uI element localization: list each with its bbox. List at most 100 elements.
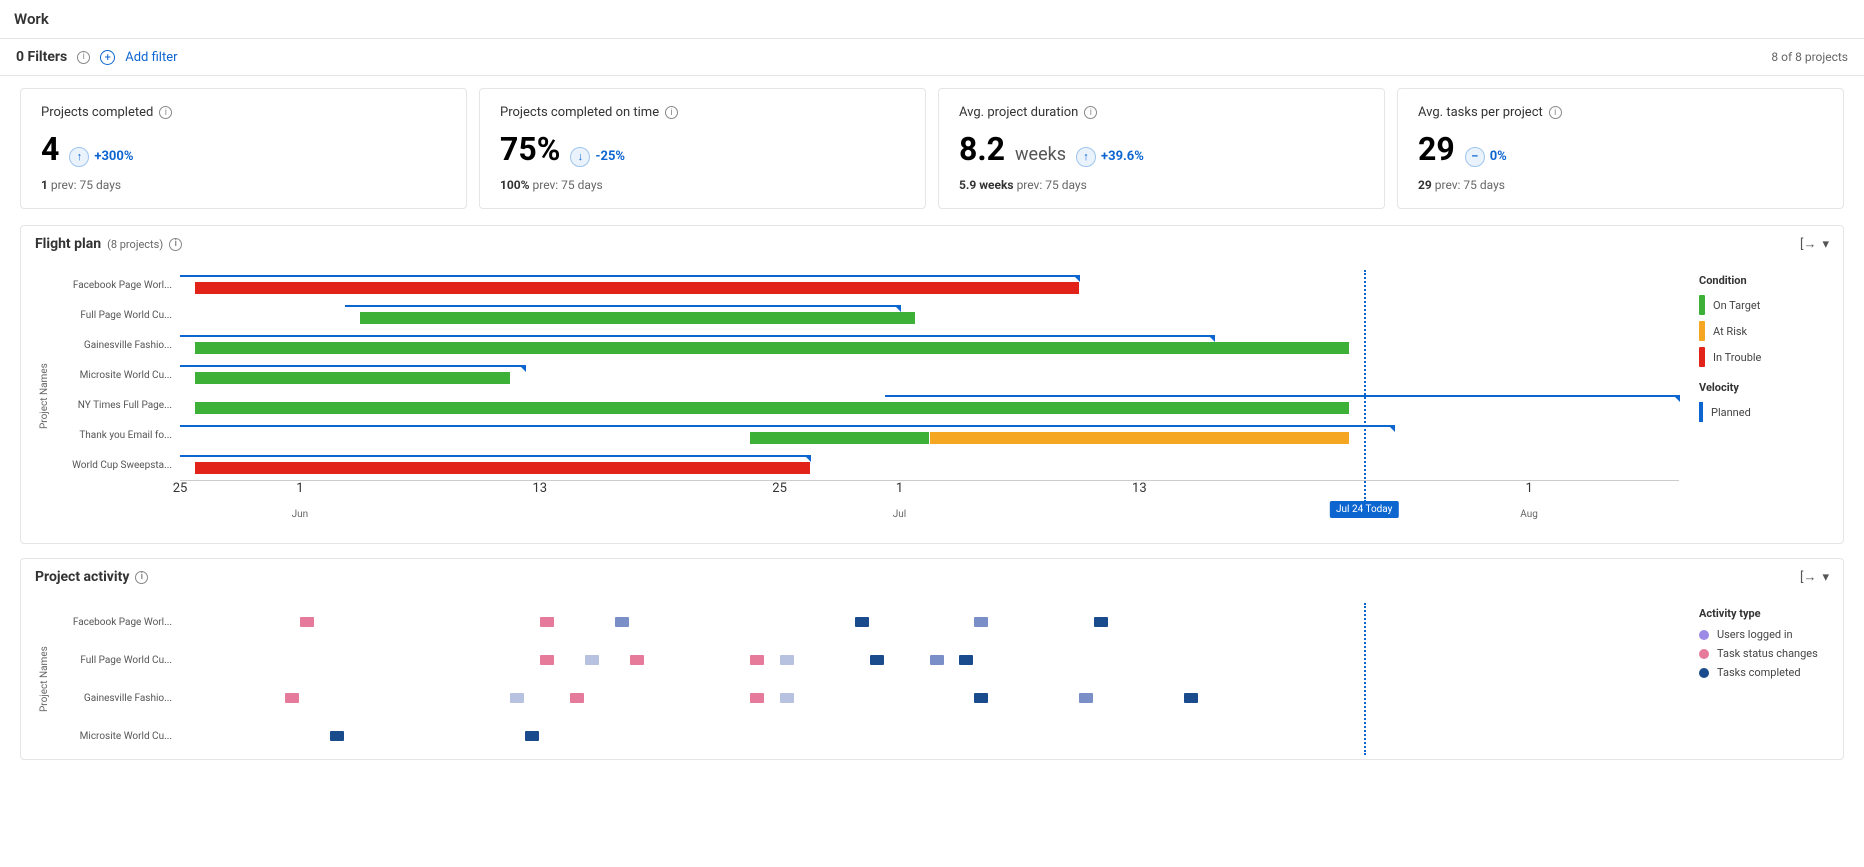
export-icon: [→ (1800, 236, 1816, 252)
legend-label: At Risk (1713, 325, 1747, 338)
activity-marker[interactable] (750, 693, 764, 703)
activity-row-label: Microsite World Cu... (50, 717, 180, 755)
kpi-previous: 5.9 weeks prev: 75 days (959, 178, 1364, 192)
legend-label: Task status changes (1717, 647, 1818, 660)
gantt-bar[interactable] (195, 462, 810, 474)
gantt-bar[interactable] (930, 432, 1350, 444)
activity-marker[interactable] (525, 731, 539, 741)
legend-activity-title: Activity type (1699, 607, 1829, 620)
kpi-previous: 29 prev: 75 days (1418, 178, 1823, 192)
x-tick: 25 (772, 481, 787, 496)
add-filter-icon[interactable]: + (100, 50, 115, 65)
activity-marker[interactable] (615, 617, 629, 627)
legend-item: Planned (1699, 402, 1829, 422)
flight-plan-title: Flight plan (35, 236, 101, 252)
kpi-trend: ↑ +300% (69, 147, 133, 167)
kpi-value: 4 (41, 130, 59, 168)
activity-row (180, 641, 1679, 679)
gantt-bar[interactable] (195, 372, 510, 384)
planned-line (345, 305, 900, 307)
activity-marker[interactable] (780, 655, 794, 665)
flight-plan-subtitle: (8 projects) (107, 238, 163, 251)
panel-export-button[interactable]: [→ ▾ (1800, 236, 1829, 252)
legend-item: On Target (1699, 295, 1829, 315)
legend-item: Tasks completed (1699, 666, 1829, 679)
planned-line (180, 335, 1214, 337)
info-icon[interactable]: i (1084, 106, 1097, 119)
x-month-tick: Jul (893, 509, 906, 520)
filters-count: 0 Filters (16, 49, 67, 65)
activity-marker[interactable] (974, 693, 988, 703)
kpi-trend: – 0% (1465, 147, 1507, 167)
panel-export-button[interactable]: [→ ▾ (1800, 569, 1829, 585)
activity-marker[interactable] (930, 655, 944, 665)
activity-marker[interactable] (1094, 617, 1108, 627)
activity-marker[interactable] (855, 617, 869, 627)
activity-marker[interactable] (570, 693, 584, 703)
legend-item: At Risk (1699, 321, 1829, 341)
activity-marker[interactable] (285, 693, 299, 703)
x-month-tick: Jun (292, 509, 309, 520)
activity-marker[interactable] (510, 693, 524, 703)
activity-marker[interactable] (330, 731, 344, 741)
kpi-card[interactable]: Projects completed i 4 ↑ +300% 1 prev: 7… (20, 88, 467, 209)
info-icon[interactable]: i (169, 238, 182, 251)
planned-line (180, 455, 810, 457)
legend-item: Users logged in (1699, 628, 1829, 641)
activity-marker[interactable] (1079, 693, 1093, 703)
legend-swatch (1699, 630, 1709, 640)
info-icon[interactable]: i (77, 51, 90, 64)
gantt-bar[interactable] (750, 432, 930, 444)
info-icon[interactable]: i (135, 571, 148, 584)
activity-marker[interactable] (870, 655, 884, 665)
info-icon[interactable]: i (159, 106, 172, 119)
gantt-bar[interactable] (195, 342, 1349, 354)
legend-label: In Trouble (1713, 351, 1761, 364)
kpi-card[interactable]: Avg. project duration i 8.2 weeks ↑ +39.… (938, 88, 1385, 209)
gantt-row-label: Full Page World Cu... (50, 300, 180, 330)
x-tick: 13 (532, 481, 547, 496)
add-filter-link[interactable]: Add filter (125, 50, 177, 65)
activity-marker[interactable] (750, 655, 764, 665)
project-count: 8 of 8 projects (1771, 50, 1848, 64)
activity-marker[interactable] (585, 655, 599, 665)
trend-down-icon: ↓ (570, 147, 590, 167)
project-activity-panel: Project activity i [→ ▾ Project Names Fa… (20, 558, 1844, 760)
activity-marker[interactable] (630, 655, 644, 665)
activity-marker[interactable] (780, 693, 794, 703)
gantt-row (180, 360, 1679, 390)
gantt-bar[interactable] (195, 282, 1079, 294)
activity-marker[interactable] (540, 655, 554, 665)
gantt-bar[interactable] (195, 402, 1349, 414)
kpi-trend: ↑ +39.6% (1076, 147, 1144, 167)
kpi-value: 29 (1418, 130, 1455, 168)
today-line (1364, 270, 1366, 502)
kpi-value: 75% (500, 130, 560, 168)
chevron-down-icon: ▾ (1822, 570, 1829, 585)
gantt-bar[interactable] (360, 312, 915, 324)
planned-line (180, 275, 1079, 277)
info-icon[interactable]: i (665, 106, 678, 119)
info-icon[interactable]: i (1549, 106, 1562, 119)
x-tick: 13 (1132, 481, 1147, 496)
legend-velocity-title: Velocity (1699, 381, 1829, 394)
kpi-card[interactable]: Avg. tasks per project i 29 – 0% 29 prev… (1397, 88, 1844, 209)
kpi-title: Avg. project duration (959, 105, 1078, 120)
activity-marker[interactable] (959, 655, 973, 665)
flight-y-axis-label: Project Names (35, 270, 50, 523)
kpi-card[interactable]: Projects completed on time i 75% ↓ -25% … (479, 88, 926, 209)
activity-marker[interactable] (1184, 693, 1198, 703)
export-icon: [→ (1800, 569, 1816, 585)
legend-label: On Target (1713, 299, 1760, 312)
x-tick: 1 (296, 481, 303, 496)
legend-swatch (1699, 295, 1705, 315)
gantt-row-label: NY Times Full Page... (50, 390, 180, 420)
kpi-title: Projects completed (41, 105, 153, 120)
kpi-trend: ↓ -25% (570, 147, 625, 167)
activity-marker[interactable] (974, 617, 988, 627)
activity-marker[interactable] (540, 617, 554, 627)
activity-marker[interactable] (300, 617, 314, 627)
kpi-previous: 100% prev: 75 days (500, 178, 905, 192)
kpi-previous: 1 prev: 75 days (41, 178, 446, 192)
gantt-row-label: Facebook Page Worl... (50, 270, 180, 300)
